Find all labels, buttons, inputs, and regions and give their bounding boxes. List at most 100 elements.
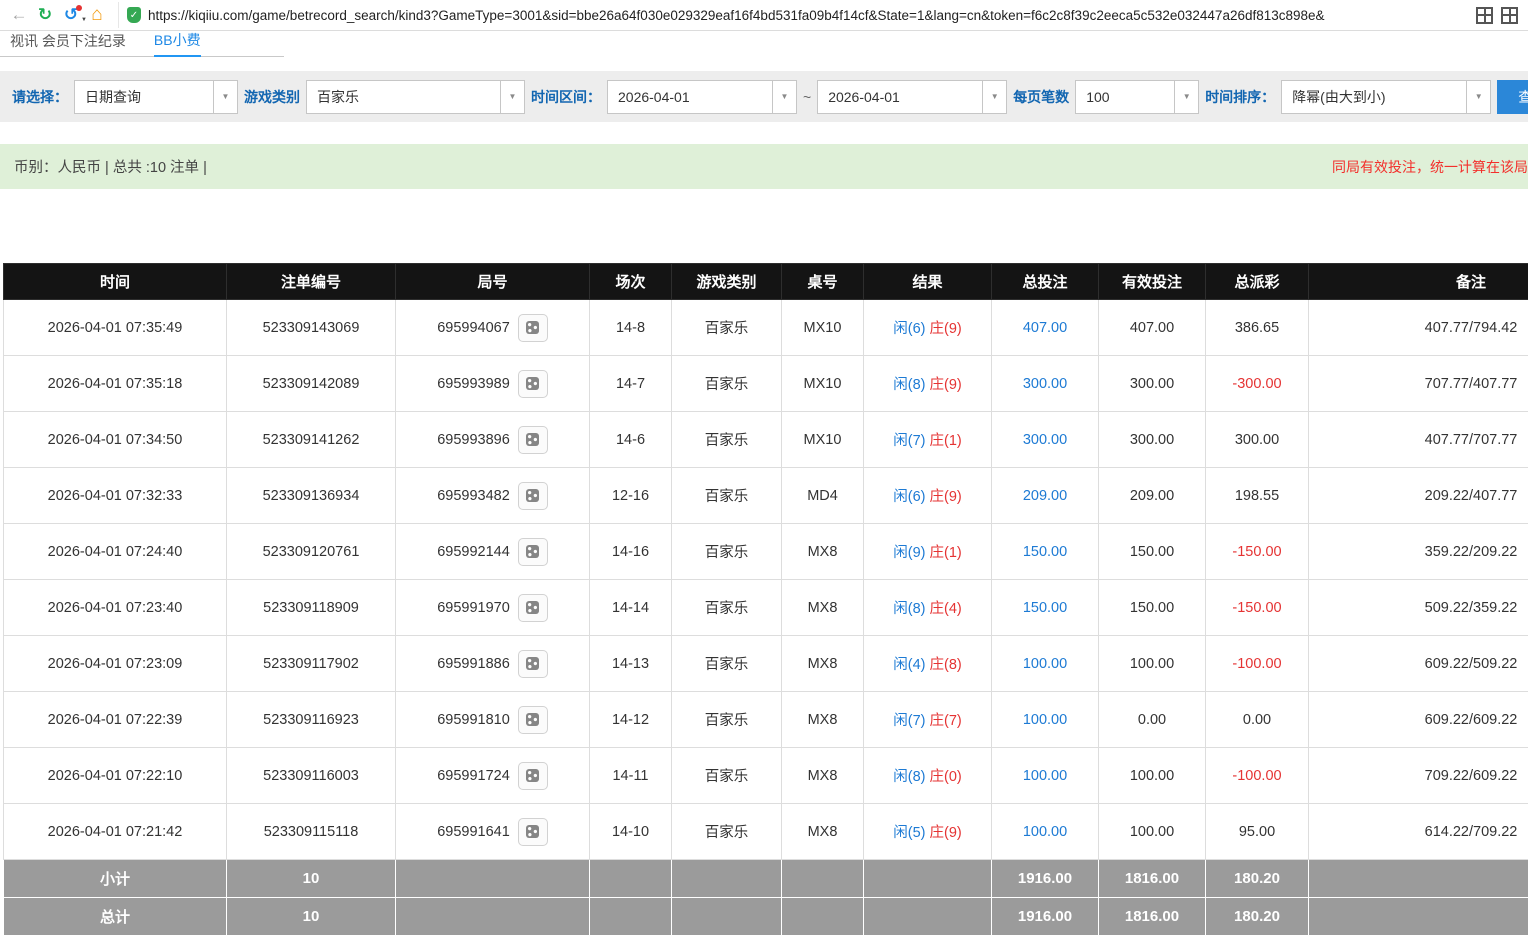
extensions-grid-icon[interactable]	[1476, 7, 1493, 24]
column-header: 备注	[1309, 264, 1528, 300]
cell-remark: 709.22/609.22	[1309, 748, 1528, 804]
replay-icon[interactable]	[518, 650, 548, 678]
dice-icon	[526, 713, 539, 726]
cell-game-type: 百家乐	[672, 804, 782, 860]
cell-remark: 407.77/794.42	[1309, 300, 1528, 356]
chevron-down-icon[interactable]: ▼	[1174, 81, 1198, 113]
dice-icon	[526, 657, 539, 670]
footer-empty	[672, 860, 782, 898]
page-size-select[interactable]: 100 ▼	[1075, 80, 1199, 114]
cell-total-bet[interactable]: 300.00	[992, 412, 1099, 468]
banker-result: 庄(7)	[930, 713, 962, 729]
footer-valid-bet: 1816.00	[1099, 898, 1206, 936]
table-row: 2026-04-01 07:21:42523309115118695991641…	[4, 804, 1528, 860]
date-range-label: 时间区间：	[531, 87, 601, 107]
cell-remark: 209.22/407.77	[1309, 468, 1528, 524]
cell-payout: 198.55	[1206, 468, 1309, 524]
date-to-input[interactable]: 2026-04-01 ▼	[817, 80, 1007, 114]
replay-icon[interactable]	[518, 594, 548, 622]
game-category-label: 游戏类别	[244, 87, 300, 107]
cell-payout: 386.65	[1206, 300, 1309, 356]
cell-game-type: 百家乐	[672, 468, 782, 524]
cell-valid-bet: 209.00	[1099, 468, 1206, 524]
banker-result: 庄(1)	[930, 433, 962, 449]
banker-result: 庄(9)	[930, 377, 962, 393]
banker-result: 庄(9)	[930, 321, 962, 337]
cell-time: 2026-04-01 07:22:39	[4, 692, 227, 748]
footer-empty	[396, 860, 590, 898]
cell-remark: 609.22/609.22	[1309, 692, 1528, 748]
replay-icon[interactable]	[518, 818, 548, 846]
date-from-input[interactable]: 2026-04-01 ▼	[607, 80, 797, 114]
cell-result: 闲(6) 庄(9)	[864, 300, 992, 356]
chevron-down-icon[interactable]: ▼	[772, 81, 796, 113]
table-body: 2026-04-01 07:35:49523309143069695994067…	[4, 300, 1528, 860]
cell-order-no: 523309141262	[227, 412, 396, 468]
cell-session: 14-10	[590, 804, 672, 860]
cell-game-type: 百家乐	[672, 524, 782, 580]
search-button[interactable]: 查询	[1497, 80, 1528, 114]
sort-order-select[interactable]: 降幂(由大到小) ▼	[1281, 80, 1491, 114]
round-no: 695993482	[437, 487, 510, 503]
chevron-down-icon[interactable]: ▼	[982, 81, 1006, 113]
cell-time: 2026-04-01 07:24:40	[4, 524, 227, 580]
cell-result: 闲(5) 庄(9)	[864, 804, 992, 860]
cell-total-bet[interactable]: 150.00	[992, 580, 1099, 636]
cell-total-bet[interactable]: 100.00	[992, 636, 1099, 692]
round-no: 695992144	[437, 543, 510, 559]
cell-order-no: 523309115118	[227, 804, 396, 860]
url-bar[interactable]: ✓ https://kiqiiu.com/game/betrecord_sear…	[118, 2, 1464, 28]
round-no: 695993896	[437, 431, 510, 447]
cell-round-no: 695991886	[396, 636, 590, 692]
replay-icon[interactable]	[518, 762, 548, 790]
replay-icon[interactable]	[518, 426, 548, 454]
cell-round-no: 695994067	[396, 300, 590, 356]
replay-icon[interactable]	[518, 482, 548, 510]
security-shield-icon: ✓	[127, 7, 141, 23]
round-no: 695991970	[437, 599, 510, 615]
chevron-down-icon[interactable]: ▼	[213, 81, 237, 113]
footer-empty	[672, 898, 782, 936]
tab-bet-records[interactable]: 视讯 会员下注纪录	[10, 31, 126, 56]
home-icon[interactable]: ⌂	[84, 2, 110, 28]
cell-result: 闲(7) 庄(7)	[864, 692, 992, 748]
replay-icon[interactable]	[518, 538, 548, 566]
cell-total-bet[interactable]: 150.00	[992, 524, 1099, 580]
footer-payout: 180.20	[1206, 860, 1309, 898]
cell-total-bet[interactable]: 209.00	[992, 468, 1099, 524]
cell-valid-bet: 407.00	[1099, 300, 1206, 356]
chevron-down-icon[interactable]: ▼	[500, 81, 524, 113]
replay-icon[interactable]	[518, 314, 548, 342]
cell-valid-bet: 150.00	[1099, 524, 1206, 580]
banker-result: 庄(0)	[930, 769, 962, 785]
cell-session: 12-16	[590, 468, 672, 524]
cell-total-bet[interactable]: 300.00	[992, 356, 1099, 412]
tab-bb-tip[interactable]: BB小费	[154, 30, 201, 57]
cell-table-no: MX8	[782, 692, 864, 748]
cell-total-bet[interactable]: 407.00	[992, 300, 1099, 356]
chevron-down-icon[interactable]: ▼	[1466, 81, 1490, 113]
cell-valid-bet: 100.00	[1099, 636, 1206, 692]
undo-icon[interactable]: ↺▼	[58, 2, 84, 28]
apps-grid-icon[interactable]	[1501, 7, 1518, 24]
cell-valid-bet: 150.00	[1099, 580, 1206, 636]
cell-game-type: 百家乐	[672, 356, 782, 412]
cell-table-no: MX8	[782, 748, 864, 804]
dice-icon	[526, 825, 539, 838]
player-result: 闲(7)	[893, 713, 925, 729]
cell-total-bet[interactable]: 100.00	[992, 748, 1099, 804]
refresh-icon[interactable]: ↻	[32, 2, 58, 28]
cell-payout: -150.00	[1206, 524, 1309, 580]
dice-icon	[526, 769, 539, 782]
range-separator: ~	[803, 89, 811, 105]
cell-remark: 609.22/509.22	[1309, 636, 1528, 692]
query-type-select[interactable]: 日期查询 ▼	[74, 80, 238, 114]
replay-icon[interactable]	[518, 370, 548, 398]
back-icon[interactable]: ←	[6, 2, 32, 28]
game-category-select[interactable]: 百家乐 ▼	[306, 80, 525, 114]
replay-icon[interactable]	[518, 706, 548, 734]
cell-total-bet[interactable]: 100.00	[992, 804, 1099, 860]
cell-round-no: 695993989	[396, 356, 590, 412]
cell-game-type: 百家乐	[672, 636, 782, 692]
cell-total-bet[interactable]: 100.00	[992, 692, 1099, 748]
